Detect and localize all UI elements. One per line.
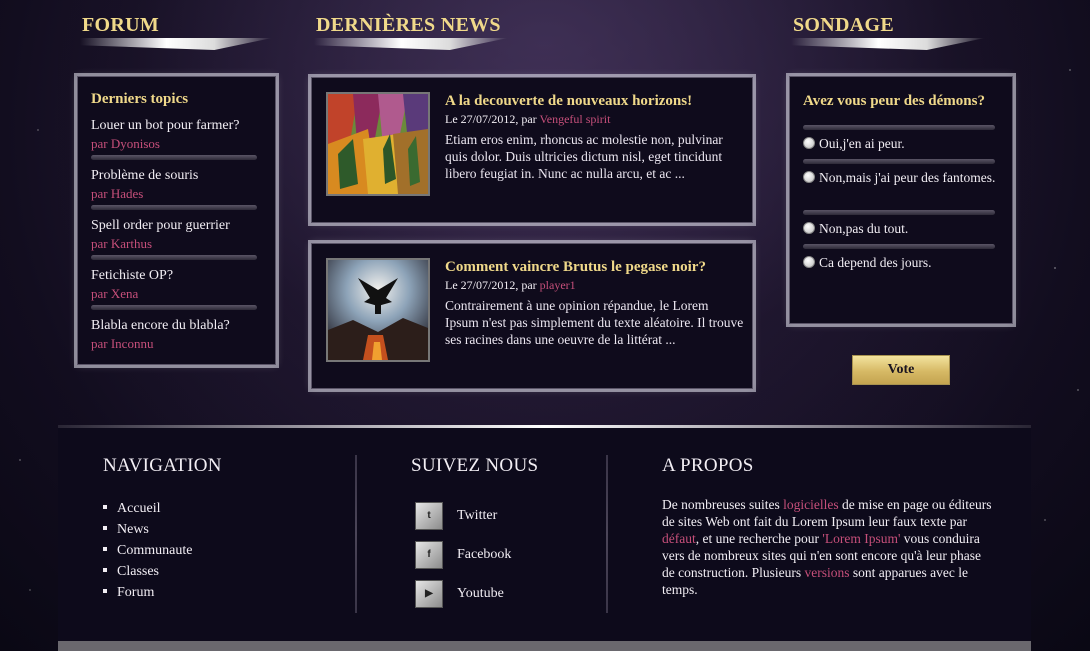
news-item: Comment vaincre Brutus le pegase noir? L…: [311, 243, 753, 389]
news-title-swoosh: [314, 38, 508, 50]
poll-option-label[interactable]: Oui,j'en ai peur.: [819, 136, 905, 151]
about-link[interactable]: défaut: [662, 531, 696, 546]
divider: [91, 255, 257, 260]
footer-nav-item[interactable]: Forum: [103, 582, 192, 603]
forum-topic-author[interactable]: par Xena: [91, 286, 173, 302]
social-link-facebook[interactable]: f Facebook: [415, 541, 511, 569]
news-excerpt: Contrairement à une opinion répandue, le…: [445, 298, 744, 347]
about-text: De nombreuses suites logicielles de mise…: [662, 496, 992, 598]
divider: [803, 244, 995, 249]
forum-topic-title[interactable]: Spell order pour guerrier: [91, 218, 230, 233]
poll-option[interactable]: Ca depend des jours.: [803, 254, 1003, 271]
divider: [91, 155, 257, 160]
news-date: Le 27/07/2012, par: [445, 112, 540, 126]
radio-button[interactable]: [803, 171, 815, 183]
about-link[interactable]: versions: [804, 565, 849, 580]
forum-panel: Derniers topics Louer un bot pour farmer…: [77, 76, 276, 365]
forum-topic[interactable]: Louer un bot pour farmer? par Dyonisos: [91, 118, 240, 152]
main-content: FORUM Derniers topics Louer un bot pour …: [58, 0, 1031, 428]
news-meta: Le 27/07/2012, par Vengeful spirit: [445, 112, 610, 127]
poll-option-label[interactable]: Ca depend des jours.: [819, 255, 931, 270]
poll-title: SONDAGE: [793, 14, 895, 36]
divider: [803, 125, 995, 130]
footer-column-divider: [355, 455, 357, 613]
forum-topic-author[interactable]: par Dyonisos: [91, 136, 240, 152]
divider: [803, 210, 995, 215]
youtube-icon[interactable]: ▶: [415, 580, 443, 608]
facebook-icon[interactable]: f: [415, 541, 443, 569]
forum-topic-title[interactable]: Fetichiste OP?: [91, 268, 173, 283]
news-date: Le 27/07/2012, par: [445, 278, 540, 292]
forum-topic-author[interactable]: par Hades: [91, 186, 198, 202]
vote-button[interactable]: Vote: [852, 355, 950, 385]
footer-nav-link[interactable]: Communaute: [117, 543, 192, 558]
social-label[interactable]: Youtube: [457, 586, 504, 601]
radio-button[interactable]: [803, 256, 815, 268]
radio-button[interactable]: [803, 137, 815, 149]
forum-topic[interactable]: Problème de souris par Hades: [91, 168, 198, 202]
forum-topic[interactable]: Fetichiste OP? par Xena: [91, 268, 173, 302]
poll-option[interactable]: Non,mais j'ai peur des fantomes.: [803, 169, 1003, 186]
footer-nav-link[interactable]: Accueil: [117, 501, 161, 516]
divider: [91, 205, 257, 210]
news-thumbnail[interactable]: [326, 258, 430, 362]
news-headline[interactable]: Comment vaincre Brutus le pegase noir?: [445, 259, 706, 276]
forum-title: FORUM: [82, 14, 160, 36]
footer-column-divider: [606, 455, 608, 613]
poll-option[interactable]: Oui,j'en ai peur.: [803, 135, 1003, 152]
footer: NAVIGATION Accueil News Communaute Class…: [58, 425, 1031, 641]
divider: [803, 159, 995, 164]
footer-social-title: SUIVEZ NOUS: [411, 455, 539, 476]
news-title: DERNIÈRES NEWS: [316, 14, 501, 36]
footer-nav-link[interactable]: Forum: [117, 585, 154, 600]
news-excerpt: Etiam eros enim, rhoncus ac molestie non…: [445, 132, 723, 181]
forum-heading: Derniers topics: [91, 91, 189, 107]
footer-nav-item[interactable]: News: [103, 519, 192, 540]
footer-nav-link[interactable]: Classes: [117, 564, 159, 579]
forum-topic-title[interactable]: Problème de souris: [91, 168, 198, 183]
footer-nav-item[interactable]: Classes: [103, 561, 192, 582]
social-label[interactable]: Facebook: [457, 547, 511, 562]
poll-option[interactable]: Non,pas du tout.: [803, 220, 1003, 237]
about-text-part: De nombreuses suites: [662, 497, 784, 512]
news-author-link[interactable]: Vengeful spirit: [539, 112, 610, 126]
about-link[interactable]: 'Lorem Ipsum': [822, 531, 900, 546]
footer-nav-item[interactable]: Communaute: [103, 540, 192, 561]
divider: [91, 305, 257, 310]
news-item: A la decouverte de nouveaux horizons! Le…: [311, 77, 753, 223]
forum-topic[interactable]: Spell order pour guerrier par Karthus: [91, 218, 230, 252]
autumn-forest-image: [328, 94, 428, 194]
about-text-part: , et une recherche pour: [695, 531, 823, 546]
radio-button[interactable]: [803, 222, 815, 234]
footer-nav-item[interactable]: Accueil: [103, 498, 192, 519]
poll-question: Avez vous peur des démons?: [803, 93, 985, 109]
footer-navigation-title: NAVIGATION: [103, 455, 222, 476]
news-author-link[interactable]: player1: [540, 278, 576, 292]
social-label[interactable]: Twitter: [457, 508, 497, 523]
black-pegasus-image: [328, 260, 428, 360]
twitter-icon[interactable]: t: [415, 502, 443, 530]
poll-option-label[interactable]: Non,mais j'ai peur des fantomes.: [819, 170, 995, 185]
footer-nav-link[interactable]: News: [117, 522, 149, 537]
footer-nav-list: Accueil News Communaute Classes Forum: [103, 498, 192, 603]
poll-panel: Avez vous peur des démons? Oui,j'en ai p…: [789, 76, 1013, 385]
forum-topic-title[interactable]: Louer un bot pour farmer?: [91, 118, 240, 133]
news-thumbnail[interactable]: [326, 92, 430, 196]
social-link-twitter[interactable]: t Twitter: [415, 502, 497, 530]
poll-title-swoosh: [791, 38, 985, 50]
forum-topic[interactable]: Blabla encore du blabla? par Inconnu: [91, 318, 230, 352]
about-link[interactable]: logicielles: [783, 497, 838, 512]
news-headline[interactable]: A la decouverte de nouveaux horizons!: [445, 93, 692, 110]
footer-separator: [58, 425, 1031, 428]
forum-title-swoosh: [80, 38, 272, 50]
social-link-youtube[interactable]: ▶ Youtube: [415, 580, 504, 608]
forum-topic-author[interactable]: par Karthus: [91, 236, 230, 252]
footer-about-title: A PROPOS: [662, 455, 754, 476]
news-meta: Le 27/07/2012, par player1: [445, 278, 576, 293]
poll-option-label[interactable]: Non,pas du tout.: [819, 221, 908, 236]
bottom-strip: [58, 641, 1031, 651]
forum-topic-title[interactable]: Blabla encore du blabla?: [91, 318, 230, 333]
forum-topic-author[interactable]: par Inconnu: [91, 336, 230, 352]
